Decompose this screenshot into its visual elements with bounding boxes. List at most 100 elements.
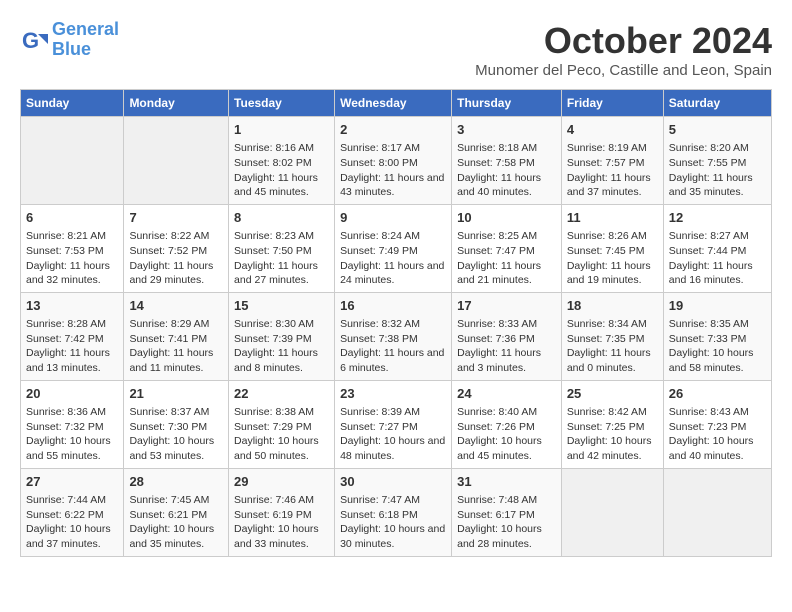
week-row-1: 1 Sunrise: 8:16 AM Sunset: 8:02 PM Daylig… xyxy=(21,117,772,205)
day-number: 13 xyxy=(26,297,118,315)
day-number: 22 xyxy=(234,385,329,403)
calendar-cell: 23Sunrise: 8:39 AM Sunset: 7:27 PM Dayli… xyxy=(335,380,452,468)
day-info: Sunrise: 8:23 AM Sunset: 7:50 PM Dayligh… xyxy=(234,229,329,288)
day-number: 19 xyxy=(669,297,766,315)
day-info: Sunrise: 8:24 AM Sunset: 7:49 PM Dayligh… xyxy=(340,229,446,288)
title-block: October 2024 Munomer del Peco, Castille … xyxy=(475,20,772,79)
day-number: 27 xyxy=(26,473,118,491)
calendar-cell: 10 Sunrise: 8:25 AM Sunset: 7:47 PM Dayli… xyxy=(452,204,562,292)
calendar-cell: 24 Sunrise: 8:40 AM Sunset: 7:26 PM Dayli… xyxy=(452,380,562,468)
day-info: Sunrise: 8:36 AM Sunset: 7:32 PM Dayligh… xyxy=(26,405,118,464)
day-number: 18 xyxy=(567,297,658,315)
calendar-cell: 7Sunrise: 8:22 AM Sunset: 7:52 PM Daylig… xyxy=(124,204,229,292)
calendar-cell: 8 Sunrise: 8:23 AM Sunset: 7:50 PM Daylig… xyxy=(229,204,335,292)
day-number: 11 xyxy=(567,209,658,227)
day-number: 25 xyxy=(567,385,658,403)
day-number: 29 xyxy=(234,473,329,491)
calendar-cell: 31 Sunrise: 7:48 AM Sunset: 6:17 PM Dayli… xyxy=(452,468,562,556)
day-number: 24 xyxy=(457,385,556,403)
header-saturday: Saturday xyxy=(663,90,771,117)
day-info: Sunrise: 8:20 AM Sunset: 7:55 PM Dayligh… xyxy=(669,141,766,200)
day-number: 30 xyxy=(340,473,446,491)
day-info: Sunrise: 8:37 AM Sunset: 7:30 PM Dayligh… xyxy=(129,405,223,464)
day-info: Sunrise: 8:26 AM Sunset: 7:45 PM Dayligh… xyxy=(567,229,658,288)
day-number: 8 xyxy=(234,209,329,227)
month-title: October 2024 xyxy=(475,20,772,62)
calendar-cell: 28 Sunrise: 7:45 AM Sunset: 6:21 PM Dayli… xyxy=(124,468,229,556)
day-number: 20 xyxy=(26,385,118,403)
day-info: Sunrise: 7:47 AM Sunset: 6:18 PM Dayligh… xyxy=(340,493,446,552)
calendar-body: 1 Sunrise: 8:16 AM Sunset: 8:02 PM Daylig… xyxy=(21,117,772,557)
calendar-cell: 17 Sunrise: 8:33 AM Sunset: 7:36 PM Dayli… xyxy=(452,292,562,380)
calendar-cell: 18 Sunrise: 8:34 AM Sunset: 7:35 PM Dayli… xyxy=(561,292,663,380)
calendar-cell: 6 Sunrise: 8:21 AM Sunset: 7:53 PM Daylig… xyxy=(21,204,124,292)
calendar-cell: 13 Sunrise: 8:28 AM Sunset: 7:42 PM Dayli… xyxy=(21,292,124,380)
day-info: Sunrise: 8:17 AM Sunset: 8:00 PM Dayligh… xyxy=(340,141,446,200)
day-info: Sunrise: 8:32 AM Sunset: 7:38 PM Dayligh… xyxy=(340,317,446,376)
svg-text:G: G xyxy=(22,28,39,53)
day-number: 4 xyxy=(567,121,658,139)
day-info: Sunrise: 8:19 AM Sunset: 7:57 PM Dayligh… xyxy=(567,141,658,200)
calendar-cell: 5 Sunrise: 8:20 AM Sunset: 7:55 PM Daylig… xyxy=(663,117,771,205)
day-number: 9 xyxy=(340,209,446,227)
day-number: 1 xyxy=(234,121,329,139)
header-row: SundayMondayTuesdayWednesdayThursdayFrid… xyxy=(21,90,772,117)
week-row-4: 20 Sunrise: 8:36 AM Sunset: 7:32 PM Dayli… xyxy=(21,380,772,468)
calendar-table: SundayMondayTuesdayWednesdayThursdayFrid… xyxy=(20,89,772,557)
calendar-cell: 20 Sunrise: 8:36 AM Sunset: 7:32 PM Dayli… xyxy=(21,380,124,468)
calendar-cell: 2 Sunrise: 8:17 AM Sunset: 8:00 PM Daylig… xyxy=(335,117,452,205)
header-thursday: Thursday xyxy=(452,90,562,117)
day-info: Sunrise: 8:38 AM Sunset: 7:29 PM Dayligh… xyxy=(234,405,329,464)
logo: G General Blue xyxy=(20,20,119,60)
day-info: Sunrise: 7:48 AM Sunset: 6:17 PM Dayligh… xyxy=(457,493,556,552)
day-number: 3 xyxy=(457,121,556,139)
calendar-cell: 21Sunrise: 8:37 AM Sunset: 7:30 PM Dayli… xyxy=(124,380,229,468)
day-number: 2 xyxy=(340,121,446,139)
day-info: Sunrise: 8:21 AM Sunset: 7:53 PM Dayligh… xyxy=(26,229,118,288)
day-number: 16 xyxy=(340,297,446,315)
week-row-3: 13 Sunrise: 8:28 AM Sunset: 7:42 PM Dayli… xyxy=(21,292,772,380)
calendar-cell xyxy=(561,468,663,556)
logo-icon: G xyxy=(20,26,48,54)
calendar-cell: 1 Sunrise: 8:16 AM Sunset: 8:02 PM Daylig… xyxy=(229,117,335,205)
calendar-cell: 30 Sunrise: 7:47 AM Sunset: 6:18 PM Dayli… xyxy=(335,468,452,556)
day-number: 5 xyxy=(669,121,766,139)
page-header: G General Blue October 2024 Munomer del … xyxy=(20,20,772,79)
day-info: Sunrise: 8:35 AM Sunset: 7:33 PM Dayligh… xyxy=(669,317,766,376)
day-info: Sunrise: 8:39 AM Sunset: 7:27 PM Dayligh… xyxy=(340,405,446,464)
logo-line1: General xyxy=(52,19,119,39)
day-info: Sunrise: 8:16 AM Sunset: 8:02 PM Dayligh… xyxy=(234,141,329,200)
header-friday: Friday xyxy=(561,90,663,117)
day-number: 28 xyxy=(129,473,223,491)
day-info: Sunrise: 8:28 AM Sunset: 7:42 PM Dayligh… xyxy=(26,317,118,376)
day-number: 31 xyxy=(457,473,556,491)
calendar-cell: 27Sunrise: 7:44 AM Sunset: 6:22 PM Dayli… xyxy=(21,468,124,556)
day-number: 10 xyxy=(457,209,556,227)
day-number: 6 xyxy=(26,209,118,227)
calendar-cell: 9 Sunrise: 8:24 AM Sunset: 7:49 PM Daylig… xyxy=(335,204,452,292)
logo-line2: Blue xyxy=(52,39,91,59)
calendar-cell: 4 Sunrise: 8:19 AM Sunset: 7:57 PM Daylig… xyxy=(561,117,663,205)
day-info: Sunrise: 8:43 AM Sunset: 7:23 PM Dayligh… xyxy=(669,405,766,464)
day-number: 12 xyxy=(669,209,766,227)
calendar-cell: 12Sunrise: 8:27 AM Sunset: 7:44 PM Dayli… xyxy=(663,204,771,292)
day-info: Sunrise: 8:33 AM Sunset: 7:36 PM Dayligh… xyxy=(457,317,556,376)
calendar-cell: 22 Sunrise: 8:38 AM Sunset: 7:29 PM Dayli… xyxy=(229,380,335,468)
header-wednesday: Wednesday xyxy=(335,90,452,117)
calendar-cell: 15Sunrise: 8:30 AM Sunset: 7:39 PM Dayli… xyxy=(229,292,335,380)
calendar-header: SundayMondayTuesdayWednesdayThursdayFrid… xyxy=(21,90,772,117)
day-info: Sunrise: 8:34 AM Sunset: 7:35 PM Dayligh… xyxy=(567,317,658,376)
calendar-cell: 3Sunrise: 8:18 AM Sunset: 7:58 PM Daylig… xyxy=(452,117,562,205)
day-info: Sunrise: 8:22 AM Sunset: 7:52 PM Dayligh… xyxy=(129,229,223,288)
logo-text: General Blue xyxy=(52,20,119,60)
week-row-2: 6 Sunrise: 8:21 AM Sunset: 7:53 PM Daylig… xyxy=(21,204,772,292)
day-info: Sunrise: 8:40 AM Sunset: 7:26 PM Dayligh… xyxy=(457,405,556,464)
day-info: Sunrise: 7:46 AM Sunset: 6:19 PM Dayligh… xyxy=(234,493,329,552)
day-info: Sunrise: 7:45 AM Sunset: 6:21 PM Dayligh… xyxy=(129,493,223,552)
day-number: 17 xyxy=(457,297,556,315)
day-info: Sunrise: 8:29 AM Sunset: 7:41 PM Dayligh… xyxy=(129,317,223,376)
calendar-cell xyxy=(663,468,771,556)
day-info: Sunrise: 8:25 AM Sunset: 7:47 PM Dayligh… xyxy=(457,229,556,288)
header-monday: Monday xyxy=(124,90,229,117)
header-sunday: Sunday xyxy=(21,90,124,117)
